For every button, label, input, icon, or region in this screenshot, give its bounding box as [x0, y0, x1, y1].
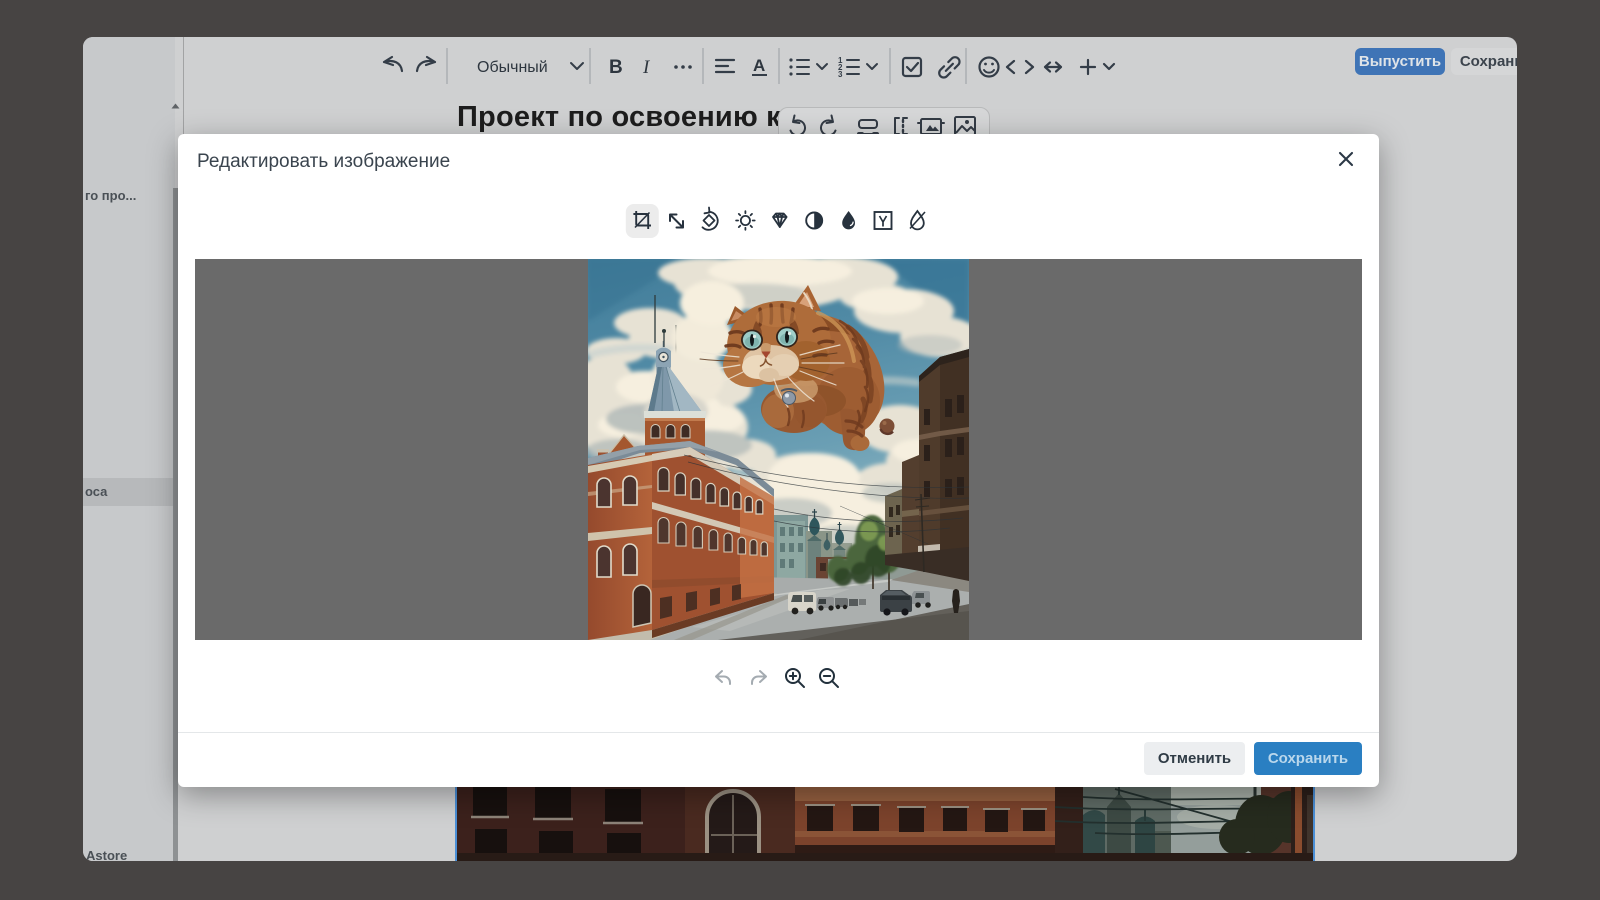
- svg-text:Обычный: Обычный: [477, 59, 548, 76]
- svg-text:I: I: [642, 57, 651, 78]
- svg-text:B: B: [609, 57, 623, 78]
- svg-text:3: 3: [838, 70, 843, 79]
- svg-text:A: A: [753, 56, 765, 75]
